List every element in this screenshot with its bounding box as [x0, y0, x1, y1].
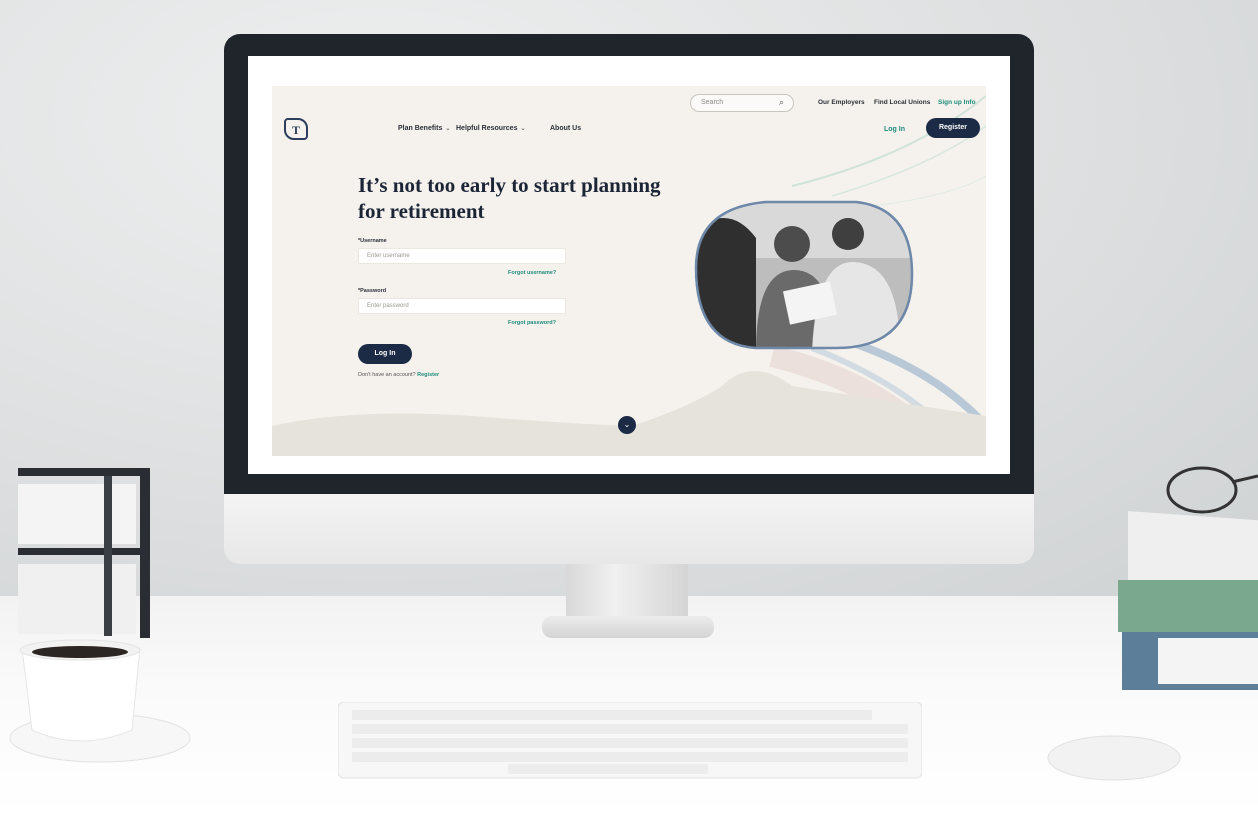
scroll-down-button[interactable]: ⌄	[618, 416, 636, 434]
nav-plan-benefits[interactable]: Plan Benefits ⌄	[398, 125, 450, 132]
search-icon[interactable]: ⌕	[779, 97, 784, 108]
headline-line-1: It’s not too early to start planning	[358, 173, 661, 197]
desk-tray	[18, 468, 150, 638]
login-button[interactable]: Log In	[358, 344, 412, 364]
web-page: Search ⌕ Our Employers Find Local Unions…	[272, 86, 986, 456]
username-field[interactable]: Enter username	[358, 248, 566, 264]
util-link-unions[interactable]: Find Local Unions	[874, 99, 930, 106]
util-link-signup[interactable]: Sign up Info	[938, 99, 976, 106]
hero-photo	[694, 200, 914, 350]
monitor-chin	[224, 494, 1034, 564]
forgot-username-link[interactable]: Forgot username?	[508, 270, 556, 276]
screen: Search ⌕ Our Employers Find Local Unions…	[248, 56, 1010, 474]
chevron-down-icon: ⌄	[623, 420, 631, 429]
register-button[interactable]: Register	[926, 118, 980, 138]
monitor-bezel: Search ⌕ Our Employers Find Local Unions…	[224, 34, 1034, 494]
no-account-text: Don't have an account? Register	[358, 372, 439, 378]
monitor-stand	[566, 564, 688, 622]
keyboard	[338, 702, 922, 779]
nav-about-us[interactable]: About Us	[550, 125, 581, 132]
search-input[interactable]: Search ⌕	[690, 94, 794, 112]
nav-helpful-resources-label: Helpful Resources	[456, 125, 518, 132]
page-title: It’s not too early to start planning for…	[358, 172, 698, 224]
utility-bar: Search ⌕ Our Employers Find Local Unions…	[272, 94, 986, 114]
register-link[interactable]: Register	[417, 372, 439, 378]
nav-plan-benefits-label: Plan Benefits	[398, 125, 443, 132]
coffee-cup	[9, 639, 191, 763]
util-link-employers[interactable]: Our Employers	[818, 99, 865, 106]
site-logo[interactable]: T	[284, 118, 354, 140]
header-login-link[interactable]: Log In	[884, 126, 905, 133]
mouse	[1047, 735, 1181, 781]
monitor: Search ⌕ Our Employers Find Local Unions…	[224, 34, 1034, 564]
chevron-down-icon: ⌄	[445, 126, 451, 132]
password-field[interactable]: Enter password	[358, 298, 566, 314]
headline-line-2: for retirement	[358, 199, 485, 223]
book-stack	[1118, 466, 1258, 690]
chevron-down-icon: ⌄	[520, 126, 526, 132]
username-label: *Username	[358, 238, 387, 244]
forgot-password-link[interactable]: Forgot password?	[508, 320, 556, 326]
main-nav: T Plan Benefits ⌄ Helpful Resources ⌄ Abou…	[272, 114, 986, 144]
monitor-stand-base	[542, 616, 714, 638]
nav-helpful-resources[interactable]: Helpful Resources ⌄	[456, 125, 526, 132]
no-account-prompt: Don't have an account?	[358, 372, 416, 378]
search-placeholder: Search	[701, 99, 724, 106]
logo-mark-icon: T	[284, 118, 308, 140]
password-label: *Password	[358, 288, 387, 294]
password-placeholder: Enter password	[367, 303, 409, 309]
username-placeholder: Enter username	[367, 253, 410, 259]
